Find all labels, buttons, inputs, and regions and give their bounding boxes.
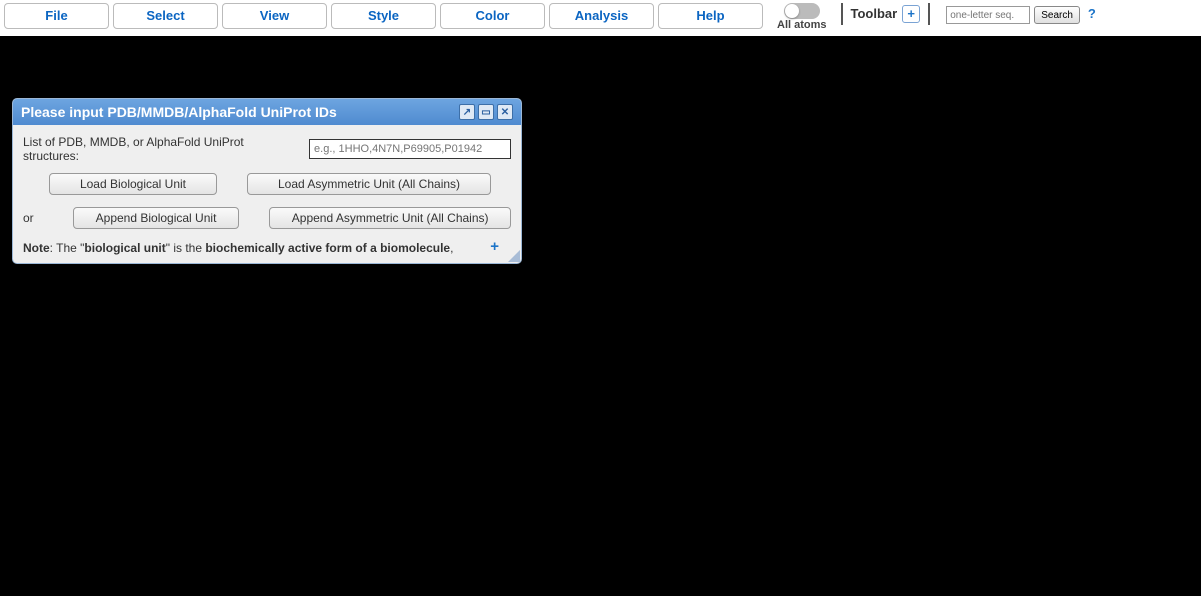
load-asymmetric-unit-button[interactable]: Load Asymmetric Unit (All Chains) (247, 173, 491, 195)
expand-note-icon[interactable]: + (490, 238, 499, 255)
dialog-titlebar[interactable]: Please input PDB/MMDB/AlphaFold UniProt … (13, 99, 521, 125)
resize-grip[interactable] (508, 250, 520, 262)
toggle-knob (785, 4, 799, 18)
menu-help[interactable]: Help (658, 3, 763, 29)
atoms-toggle-label: All atoms (777, 19, 827, 31)
menu-bar: File Select View Style Color Analysis He… (0, 0, 1201, 36)
id-list-input[interactable] (309, 139, 511, 159)
minimize-icon[interactable]: ▭ (478, 104, 494, 120)
id-list-label: List of PDB, MMDB, or AlphaFold UniProt … (23, 135, 303, 163)
menu-color[interactable]: Color (440, 3, 545, 29)
right-toolbar: All atoms Toolbar + Search ? (771, 3, 1096, 31)
atoms-toggle-wrap: All atoms (771, 3, 833, 31)
menu-view[interactable]: View (222, 3, 327, 29)
popout-icon[interactable]: ↗ (459, 104, 475, 120)
sequence-input[interactable] (946, 6, 1030, 24)
search-help-icon[interactable]: ? (1088, 6, 1096, 21)
dialog-body: List of PDB, MMDB, or AlphaFold UniProt … (13, 125, 521, 263)
menu-style[interactable]: Style (331, 3, 436, 29)
toolbar-add-button[interactable]: + (902, 5, 920, 23)
append-asymmetric-unit-button[interactable]: Append Asymmetric Unit (All Chains) (269, 207, 511, 229)
dialog-title-text: Please input PDB/MMDB/AlphaFold UniProt … (21, 104, 456, 120)
search-button[interactable]: Search (1034, 6, 1080, 24)
divider (841, 3, 843, 25)
menu-analysis[interactable]: Analysis (549, 3, 654, 29)
load-biological-unit-button[interactable]: Load Biological Unit (49, 173, 217, 195)
viewer-canvas[interactable]: Please input PDB/MMDB/AlphaFold UniProt … (0, 36, 1201, 596)
append-biological-unit-button[interactable]: Append Biological Unit (73, 207, 240, 229)
atoms-toggle[interactable] (784, 3, 820, 19)
menu-select[interactable]: Select (113, 3, 218, 29)
note-text: Note: The "biological unit" is the bioch… (23, 241, 511, 255)
toolbar-label: Toolbar (851, 3, 898, 21)
input-ids-dialog: Please input PDB/MMDB/AlphaFold UniProt … (12, 98, 522, 264)
divider (928, 3, 930, 25)
menu-file[interactable]: File (4, 3, 109, 29)
close-icon[interactable]: ✕ (497, 104, 513, 120)
or-label: or (23, 211, 43, 225)
